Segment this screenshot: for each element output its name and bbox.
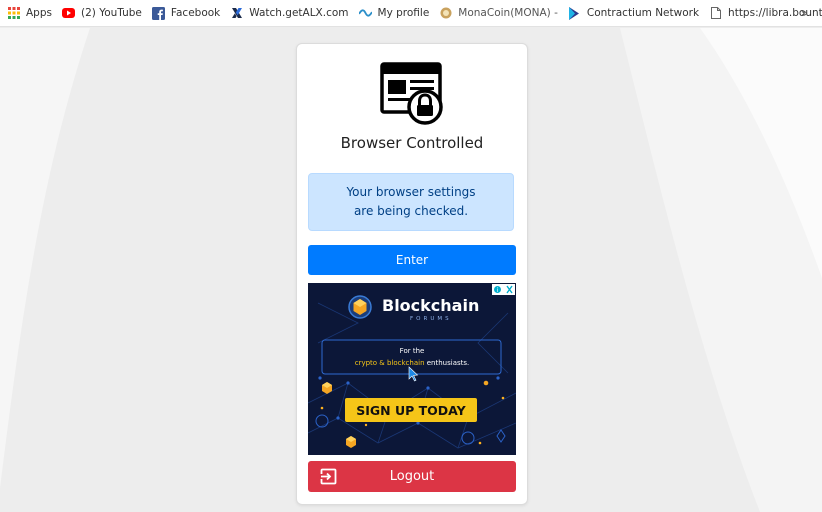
bookmark-apps[interactable]: Apps: [0, 0, 55, 26]
bookmark-youtube[interactable]: (2) YouTube: [55, 0, 145, 26]
ad-tagline-highlight: crypto & blockchain: [355, 359, 425, 367]
bookmark-monacoin[interactable]: MonaCoin(MONA) -: [432, 0, 561, 26]
ad-tagline-line1: For the: [400, 347, 425, 355]
bookmark-label: My profile: [377, 7, 430, 19]
logout-button[interactable]: Logout: [308, 461, 516, 492]
monacoin-icon: [439, 7, 452, 20]
ad-tagline-line2: crypto & blockchain enthusiasts.: [355, 359, 470, 367]
blockchain-forums-logo: [348, 295, 372, 319]
page-icon: [709, 7, 722, 20]
locked-browser-icon: [380, 62, 443, 125]
bookmark-alx[interactable]: Watch.getALX.com: [223, 0, 351, 26]
bookmark-label: MonaCoin(MONA) -: [458, 7, 558, 19]
alx-icon: [230, 7, 243, 20]
page-title: Browser Controlled: [340, 134, 484, 152]
youtube-icon: [61, 7, 75, 20]
status-alert: Your browser settings are being checked.: [308, 173, 514, 231]
bookmark-label: Contractium Network: [586, 7, 700, 19]
bookmark-label: Facebook: [170, 7, 221, 19]
enter-button[interactable]: Enter: [308, 245, 516, 275]
contractium-icon: [568, 6, 581, 20]
logout-label: Logout: [389, 469, 435, 484]
bookmarks-bar: Apps (2) YouTube Facebook Watch.getALX.c…: [0, 0, 822, 27]
logout-icon: [320, 468, 337, 485]
ad-brand-sub: FORUMS: [410, 316, 452, 322]
bookmark-facebook[interactable]: Facebook: [145, 0, 223, 26]
ad-brand: Blockchain: [382, 296, 479, 315]
ad-banner[interactable]: i Blockchain FORUMS For the crypto & blo…: [308, 283, 516, 455]
myprofile-icon: [358, 7, 372, 20]
auth-card: Browser Controlled Your browser settings…: [296, 43, 528, 505]
bookmark-contractium[interactable]: Contractium Network: [561, 0, 702, 26]
bookmark-label: Watch.getALX.com: [249, 7, 349, 19]
alert-text: Your browser settings are being checked.: [346, 185, 476, 218]
bookmark-label: (2) YouTube: [80, 7, 142, 19]
bookmark-myprofile[interactable]: My profile: [352, 0, 433, 26]
bookmarks-overflow-chevron[interactable]: »: [801, 0, 808, 26]
ad-tagline-rest: enthusiasts.: [425, 359, 470, 367]
ad-cta-label: SIGN UP TODAY: [356, 403, 466, 418]
facebook-icon: [151, 6, 165, 20]
bookmark-label: Apps: [26, 7, 52, 19]
apps-grid-icon: [7, 7, 20, 20]
